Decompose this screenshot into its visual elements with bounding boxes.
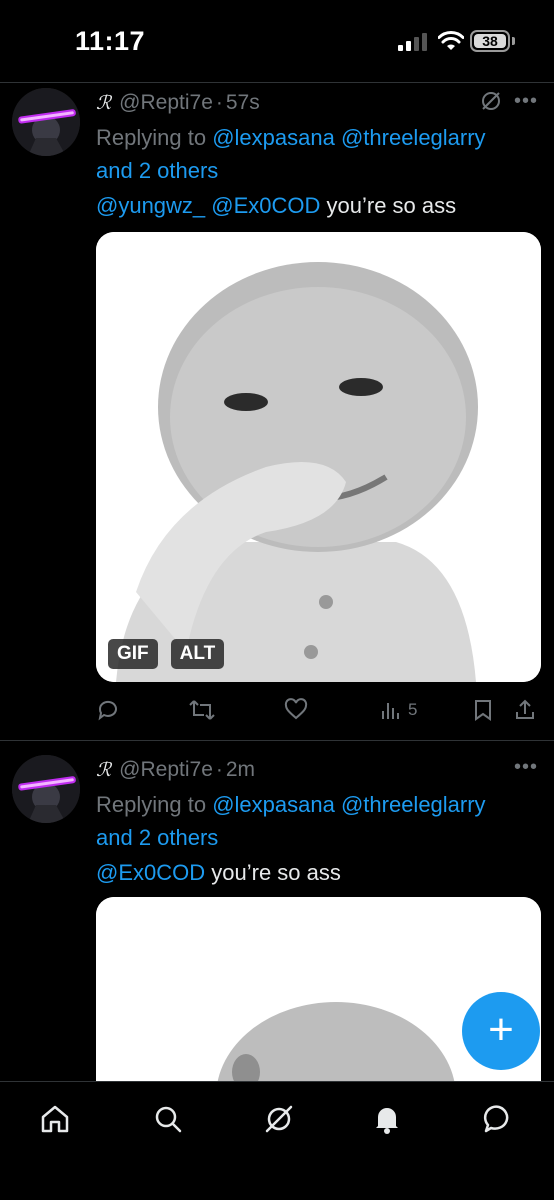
tweet-time[interactable]: 57s xyxy=(226,91,260,115)
replying-others[interactable]: and 2 others xyxy=(96,825,218,850)
grok-icon[interactable] xyxy=(480,90,502,112)
repost-button[interactable] xyxy=(188,696,216,724)
replying-mentions[interactable]: @lexpasana @threeleglarry xyxy=(212,792,485,817)
views-count: 5 xyxy=(408,700,418,719)
share-icon xyxy=(516,699,534,719)
tweet-header: ℛ @Repti7e · 57s ••• xyxy=(96,88,538,118)
author-handle[interactable]: @Repti7e xyxy=(119,91,213,115)
notifications-icon[interactable] xyxy=(370,1102,404,1136)
divider xyxy=(0,82,554,83)
more-options-icon[interactable]: ••• xyxy=(514,91,538,111)
tweet-text: @Ex0COD you’re so ass xyxy=(96,858,538,888)
separator: · xyxy=(215,758,223,781)
grok-icon[interactable] xyxy=(262,1102,296,1136)
bookmark-icon xyxy=(475,700,491,721)
replying-prefix: Replying to xyxy=(96,125,207,150)
home-icon[interactable] xyxy=(38,1102,72,1136)
text-mentions[interactable]: @Ex0COD xyxy=(96,860,205,885)
avatar[interactable] xyxy=(12,755,80,823)
battery-tip xyxy=(512,37,515,45)
author-handle[interactable]: @Repti7e xyxy=(119,758,213,782)
replying-prefix: Replying to xyxy=(96,792,207,817)
compose-button[interactable]: + xyxy=(462,992,540,1070)
text-mentions[interactable]: @yungwz_ @Ex0COD xyxy=(96,193,320,218)
views-button[interactable]: 5 xyxy=(380,696,417,724)
views-chart-icon xyxy=(382,703,399,719)
battery-icon: 38 xyxy=(470,30,510,52)
tweet-time[interactable]: 2m xyxy=(226,758,255,782)
tweet-text-body: you’re so ass xyxy=(205,860,341,885)
status-bar: 11:17 38 xyxy=(0,0,554,82)
battery-level: 38 xyxy=(474,34,506,48)
replying-to: Replying to @lexpasana @threeleglarry an… xyxy=(96,121,538,187)
search-icon[interactable] xyxy=(151,1102,185,1136)
tweet-text: @yungwz_ @Ex0COD you’re so ass xyxy=(96,191,538,221)
status-time: 11:17 xyxy=(75,26,146,56)
replying-mentions[interactable]: @lexpasana @threeleglarry xyxy=(212,125,485,150)
repost-icon xyxy=(189,700,215,720)
heart-icon xyxy=(284,698,308,720)
messages-icon[interactable] xyxy=(482,1102,516,1136)
baby-gif-image xyxy=(96,232,541,682)
bottom-nav xyxy=(0,1081,554,1200)
divider xyxy=(0,740,554,741)
bookmark-button[interactable] xyxy=(472,696,494,724)
reply-button[interactable] xyxy=(96,696,120,724)
tweet-header: ℛ @Repti7e · 2m ••• xyxy=(96,755,538,785)
tweet-actions: 5 xyxy=(96,696,541,726)
like-button[interactable] xyxy=(284,696,308,724)
replying-others[interactable]: and 2 others xyxy=(96,158,218,183)
author-mark: ℛ xyxy=(96,759,112,781)
gif-media[interactable]: GIF ALT xyxy=(96,232,541,682)
separator: · xyxy=(215,91,223,114)
cellular-signal-icon xyxy=(398,33,427,51)
author-mark: ℛ xyxy=(96,92,112,114)
avatar[interactable] xyxy=(12,88,80,156)
gif-badge[interactable]: GIF xyxy=(108,639,158,669)
replying-to: Replying to @lexpasana @threeleglarry an… xyxy=(96,788,538,854)
tweet-text-body: you’re so ass xyxy=(320,193,457,218)
share-button[interactable] xyxy=(514,696,536,724)
reply-icon xyxy=(98,700,117,721)
alt-badge[interactable]: ALT xyxy=(170,639,225,669)
more-options-icon[interactable]: ••• xyxy=(514,757,538,777)
wifi-icon xyxy=(438,31,464,50)
